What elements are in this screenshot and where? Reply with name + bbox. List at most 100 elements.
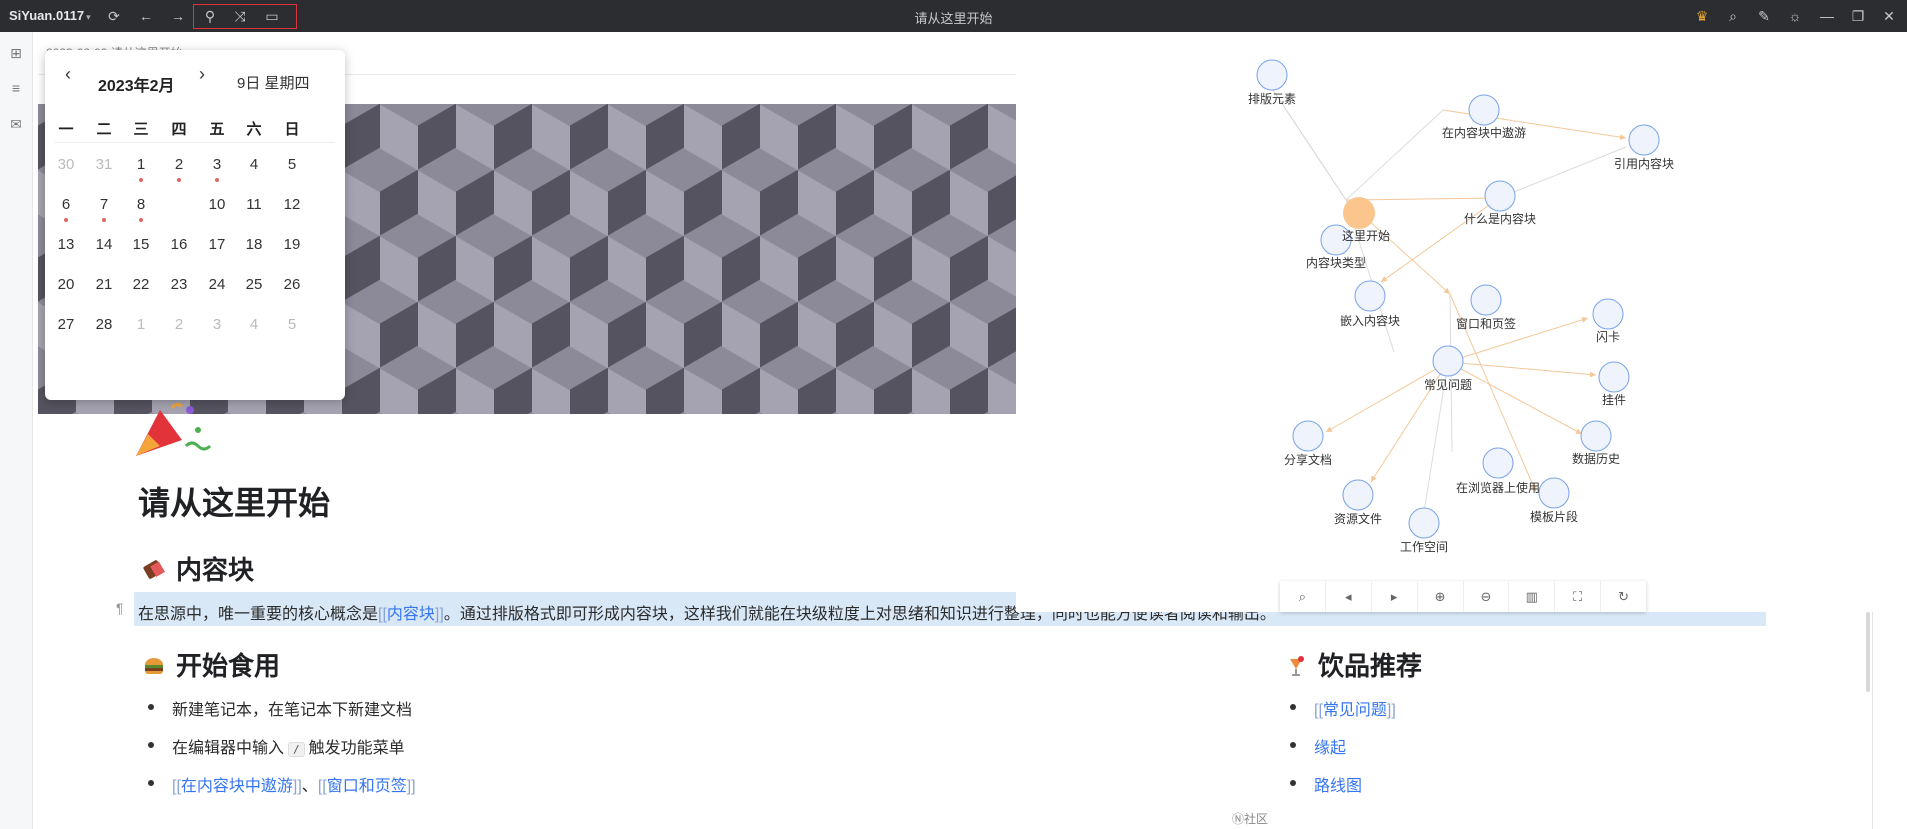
- layout-icon[interactable]: ▥: [1509, 581, 1556, 612]
- calendar-day[interactable]: 2: [160, 310, 198, 340]
- zoom-in-icon[interactable]: ⊕: [1418, 581, 1464, 612]
- calendar-day[interactable]: 1: [122, 150, 160, 182]
- sync-icon[interactable]: ⟳: [104, 6, 124, 26]
- search-icon[interactable]: ⌕: [1280, 581, 1326, 612]
- pen-icon[interactable]: ✎: [1754, 6, 1774, 26]
- link-faq[interactable]: 常见问题: [1323, 702, 1387, 719]
- theme-icon[interactable]: ☼: [1785, 6, 1805, 26]
- calendar-day[interactable]: 4: [235, 310, 273, 340]
- calendar-day[interactable]: 5: [273, 310, 311, 340]
- calendar-day[interactable]: 15: [122, 230, 160, 260]
- calendar-day[interactable]: 20: [47, 270, 85, 300]
- calendar-day[interactable]: 18: [235, 230, 273, 260]
- close-icon[interactable]: ✕: [1879, 6, 1899, 26]
- calendar-day[interactable]: 12: [273, 190, 311, 220]
- graph-node[interactable]: [1580, 420, 1612, 452]
- link-content-block[interactable]: 内容块: [387, 606, 435, 623]
- calendar-day[interactable]: 6: [47, 190, 85, 222]
- graph-node[interactable]: [1592, 298, 1624, 330]
- calendar-day[interactable]: 9: [160, 190, 198, 220]
- graph-node[interactable]: [1484, 180, 1516, 212]
- graph-node[interactable]: [1354, 280, 1386, 312]
- list-item[interactable]: [[常见问题]]: [1290, 696, 1396, 720]
- calendar-day[interactable]: 17: [198, 230, 236, 260]
- link-origin[interactable]: 缘起: [1314, 740, 1346, 757]
- calendar-day[interactable]: 8: [122, 190, 160, 222]
- calendar-day[interactable]: 22: [122, 270, 160, 300]
- graph-node[interactable]: [1468, 94, 1500, 126]
- calendar-icon[interactable]: ▭: [262, 6, 282, 26]
- calendar-day[interactable]: 10: [198, 190, 236, 220]
- next-month-icon[interactable]: ›: [199, 64, 205, 85]
- list-item[interactable]: 在编辑器中输入 / 触发功能菜单: [148, 734, 405, 758]
- calendar-day[interactable]: 7: [85, 190, 123, 222]
- graph-canvas[interactable]: 排版元素 在内容块中遨游 引用内容块 这里开始 什么是内容块 内容块类型 嵌入内…: [1016, 32, 1872, 612]
- list-item[interactable]: 新建笔记本，在笔记本下新建文档: [147, 696, 412, 720]
- maximize-icon[interactable]: ❐: [1848, 6, 1868, 26]
- link-roadmap[interactable]: 路线图: [1314, 778, 1362, 795]
- calendar-day[interactable]: 13: [47, 230, 85, 260]
- paragraph-icon[interactable]: ¶: [116, 600, 124, 616]
- graph-node[interactable]: [1292, 420, 1324, 452]
- graph-node[interactable]: [1598, 361, 1630, 393]
- next-icon[interactable]: ▸: [1372, 581, 1418, 612]
- list-item[interactable]: 路线图: [1289, 772, 1362, 796]
- crown-icon[interactable]: ♛: [1692, 6, 1712, 26]
- calendar-day[interactable]: 3: [198, 150, 236, 182]
- calendar-day[interactable]: 21: [85, 270, 123, 300]
- heading-content-block[interactable]: 内容块: [142, 550, 254, 587]
- calendar-day[interactable]: 1: [122, 310, 160, 340]
- calendar-day[interactable]: 4: [235, 150, 273, 180]
- graph-node[interactable]: [1482, 447, 1514, 479]
- inbox-icon[interactable]: ✉: [7, 115, 25, 133]
- graph-node[interactable]: [1256, 59, 1288, 91]
- heading-getting-started[interactable]: 开始食用: [142, 646, 280, 683]
- minimize-icon[interactable]: —: [1817, 6, 1837, 26]
- calendar-day[interactable]: 31: [85, 150, 123, 180]
- search-icon[interactable]: ⌕: [1723, 6, 1743, 26]
- calendar-day[interactable]: 25: [235, 270, 273, 300]
- workspace-menu[interactable]: SiYuan.0117 ▾: [9, 8, 91, 23]
- list-item[interactable]: [[在内容块中遨游]]、[[窗口和页签]]: [148, 772, 416, 796]
- refresh-icon[interactable]: ↻: [1601, 581, 1646, 612]
- calendar-day[interactable]: 27: [47, 310, 85, 340]
- forward-icon[interactable]: →: [168, 6, 188, 26]
- calendar-day[interactable]: 5: [273, 150, 311, 180]
- weekday-label: 一: [58, 121, 74, 138]
- link-roam-blocks[interactable]: 在内容块中遨游: [181, 778, 293, 795]
- calendar-day[interactable]: 26: [273, 270, 311, 300]
- graph-node[interactable]: [1538, 477, 1570, 509]
- calendar-day[interactable]: 11: [235, 190, 273, 220]
- calendar-day[interactable]: 30: [47, 150, 85, 180]
- heading-drinks[interactable]: 饮品推荐: [1284, 646, 1422, 683]
- calendar-day[interactable]: 3: [198, 310, 236, 340]
- back-icon[interactable]: ←: [136, 6, 156, 26]
- fullscreen-icon[interactable]: ⛶: [1555, 581, 1602, 612]
- graph-view-panel[interactable]: 排版元素 在内容块中遨游 引用内容块 这里开始 什么是内容块 内容块类型 嵌入内…: [1016, 32, 1872, 612]
- random-doc-icon[interactable]: ⤨: [230, 6, 250, 26]
- file-tree-icon[interactable]: ⊞: [7, 44, 25, 62]
- prev-month-icon[interactable]: ‹: [65, 64, 71, 85]
- graph-view-icon[interactable]: ⚲: [200, 6, 220, 26]
- calendar-day[interactable]: 14: [85, 230, 123, 260]
- graph-node[interactable]: [1628, 124, 1660, 156]
- calendar-day[interactable]: 24: [198, 270, 236, 300]
- graph-node-current[interactable]: [1343, 197, 1375, 229]
- graph-node[interactable]: [1432, 345, 1464, 377]
- graph-node[interactable]: [1408, 507, 1440, 539]
- prev-icon[interactable]: ◂: [1326, 581, 1372, 612]
- outline-icon[interactable]: ≡: [7, 79, 25, 97]
- calendar-day[interactable]: 28: [85, 310, 123, 340]
- graph-node[interactable]: [1342, 479, 1374, 511]
- calendar-day[interactable]: 19: [273, 230, 311, 260]
- document-title[interactable]: 请从这里开始: [138, 478, 330, 524]
- link-window-tabs[interactable]: 窗口和页签: [327, 778, 407, 795]
- graph-node[interactable]: [1470, 284, 1502, 316]
- list-item[interactable]: 缘起: [1289, 734, 1346, 758]
- calendar-day[interactable]: 16: [160, 230, 198, 260]
- zoom-out-icon[interactable]: ⊖: [1464, 581, 1510, 612]
- calendar-day[interactable]: 2: [160, 150, 198, 182]
- scrollbar-thumb[interactable]: [1866, 612, 1870, 692]
- graph-node-label: 什么是内容块: [1464, 211, 1536, 226]
- calendar-day[interactable]: 23: [160, 270, 198, 300]
